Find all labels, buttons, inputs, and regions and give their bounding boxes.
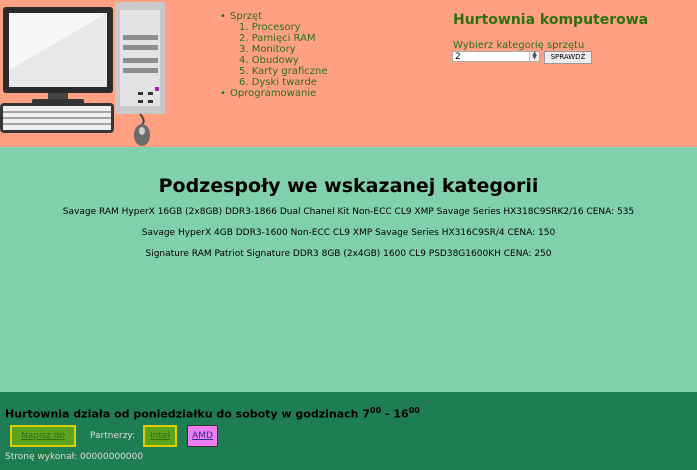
hours-from-minutes: 00 <box>370 406 382 415</box>
result-item: Signature RAM Patriot Signature DDR3 8GB… <box>145 249 552 259</box>
nav-item-hard-drives: 6. Dyski twarde <box>239 77 317 88</box>
nav-item-ram: 2. Pamięci RAM <box>239 33 316 44</box>
amd-link[interactable]: AMD <box>187 425 218 447</box>
hours-separator: - 16 <box>381 407 409 421</box>
hours-to-minutes: 00 <box>408 406 420 415</box>
check-button[interactable]: SPRAWDŹ <box>544 51 592 64</box>
category-number-input[interactable]: 2 ▲ ▼ <box>452 51 540 62</box>
category-label: Wybierz kategorię sprzętu <box>453 40 585 51</box>
nav-software: Oprogramowanie <box>219 88 327 99</box>
category-nav: Sprzęt 1. Procesory 2. Pamięci RAM 3. Mo… <box>219 11 327 99</box>
hardware-list: 1. Procesory 2. Pamięci RAM 3. Monitory … <box>219 22 327 88</box>
author-credit: Stronę wykonał: 00000000000 <box>5 452 144 462</box>
nav-item-monitors: 3. Monitory <box>239 44 296 55</box>
header: Sprzęt 1. Procesory 2. Pamięci RAM 3. Mo… <box>0 0 697 147</box>
nav-item-processors: 1. Procesory <box>239 22 301 33</box>
nav-item-cases: 4. Obudowy <box>239 55 299 66</box>
shop-title: Hurtownia komputerowa <box>453 12 649 28</box>
opening-hours: Hurtownia działa od poniedziałku do sobo… <box>5 406 420 421</box>
results-list: Savage RAM HyperX 16GB (2x8GB) DDR3-1866… <box>0 207 697 270</box>
category-input-value: 2 <box>455 52 461 62</box>
computer-illustration <box>0 2 165 146</box>
spinner-arrows-icon[interactable]: ▲ ▼ <box>529 51 539 61</box>
contact-link[interactable]: Napisz do nas <box>10 425 76 459</box>
nav-hardware: Sprzęt <box>219 11 327 22</box>
result-item: Savage HyperX 4GB DDR3-1600 Non-ECC CL9 … <box>141 228 556 238</box>
partners-label: Partnerzy: <box>90 431 136 441</box>
result-item: Savage RAM HyperX 16GB (2x8GB) DDR3-1866… <box>62 207 635 217</box>
results-heading: Podzespoły we wskazanej kategorii <box>158 175 539 197</box>
intel-link[interactable]: Intel <box>143 425 177 447</box>
nav-item-graphics-cards: 5. Karty graficzne <box>239 66 328 77</box>
hours-text: Hurtownia działa od poniedziałku do sobo… <box>5 407 370 421</box>
